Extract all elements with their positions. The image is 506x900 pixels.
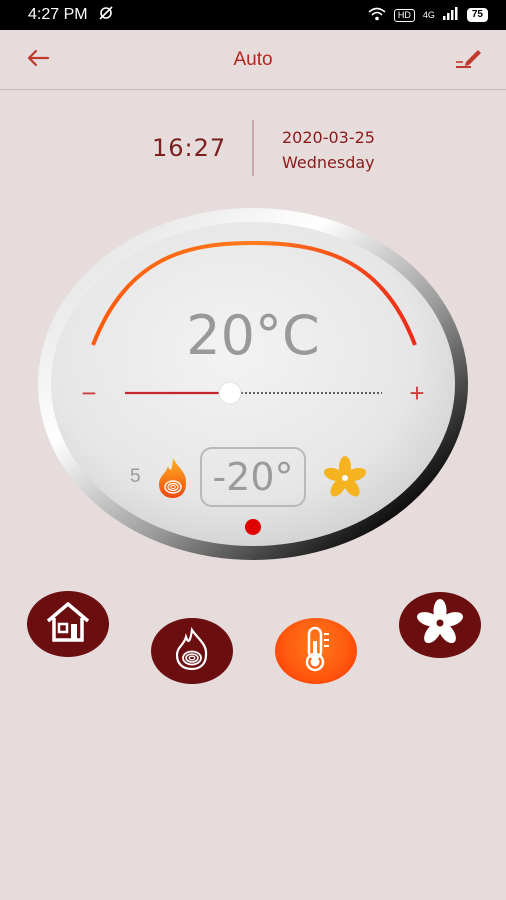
slider-thumb [218,381,242,405]
clock-divider [252,120,254,176]
clock-time: 16:27 [152,134,227,162]
network-label: 4G [422,10,435,20]
signal-icon [442,7,459,23]
hd-badge: HD [393,8,415,22]
mode-fan-button[interactable] [399,592,481,658]
status-time: 4:27 PM [28,6,88,23]
decrease-temp-button[interactable]: − [74,378,104,408]
app-header: Auto [0,30,506,90]
clock-date-block: 2020-03-25 Wednesday [282,125,375,175]
clock-display: 16:27 2020-03-25 Wednesday [0,118,506,178]
home-icon [40,599,96,650]
active-indicator-dot [245,519,261,535]
mode-heat-button[interactable] [151,618,233,684]
arrow-left-icon [26,48,50,73]
clock-date: 2020-03-25 [282,128,375,147]
mode-thermometer-button[interactable] [275,618,357,684]
pencil-icon [453,45,483,76]
fan-outline-icon [415,598,465,652]
flame-icon [156,456,190,505]
back-button[interactable] [24,46,52,74]
thermometer-icon [299,625,333,678]
page-title: Auto [233,48,273,70]
flame-outline-icon [172,626,212,676]
wifi-icon [368,7,386,24]
status-bar: 4:27 PM HD 4G 75 [0,0,506,30]
edit-button[interactable] [452,44,484,76]
battery-indicator: 75 [466,8,488,22]
sync-off-icon [98,5,114,26]
fan-icon [320,456,370,505]
increase-temp-button[interactable]: + [402,378,432,408]
clock-weekday: Wednesday [282,153,375,172]
mode-home-button[interactable] [27,591,109,657]
current-temperature: 20°C [186,304,320,367]
setpoint-display[interactable]: -20° [200,447,306,507]
heat-level: 5 [130,466,141,487]
